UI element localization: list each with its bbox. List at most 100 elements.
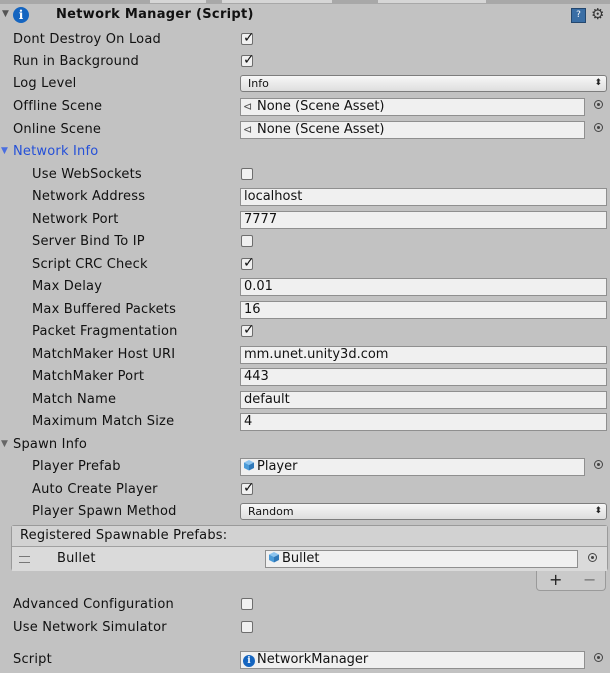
field-label: Player Spawn Method <box>32 504 177 519</box>
network-address-input[interactable]: localhost <box>240 188 607 206</box>
offline-scene-field[interactable]: ⊲ None (Scene Asset) <box>240 98 585 116</box>
row-offline-scene: Offline Scene ⊲ None (Scene Asset) <box>0 96 610 118</box>
field-label: Maximum Match Size <box>32 414 175 429</box>
online-scene-field[interactable]: ⊲ None (Scene Asset) <box>240 121 585 139</box>
component-header[interactable]: ▼ i Network Manager (Script) ? ⚙ <box>0 4 610 28</box>
help-book-icon[interactable]: ? <box>571 8 586 23</box>
object-picker-icon[interactable] <box>594 653 603 662</box>
row-dont-destroy-on-load: Dont Destroy On Load ✓ <box>0 29 610 51</box>
foldout-arrow-icon[interactable]: ▼ <box>1 146 8 156</box>
object-picker-icon[interactable] <box>588 553 597 562</box>
drag-handle-icon[interactable] <box>19 556 30 563</box>
use-websockets-checkbox[interactable] <box>241 168 253 180</box>
prefab-cube-icon <box>269 552 279 563</box>
row-log-level: Log Level Info ⬍ <box>0 73 610 95</box>
updown-arrows-icon: ⬍ <box>594 78 602 88</box>
updown-arrows-icon: ⬍ <box>594 506 602 516</box>
packet-fragmentation-checkbox[interactable]: ✓ <box>241 322 255 338</box>
list-item-label: Bullet <box>57 551 96 566</box>
gear-icon[interactable]: ⚙ <box>591 5 604 23</box>
list-footer: + − <box>536 570 606 591</box>
field-label: MatchMaker Host URI <box>32 347 176 362</box>
row-script-crc-check: Script CRC Check ✓ <box>0 254 610 276</box>
spawn-method-dropdown[interactable]: Random ⬍ <box>240 503 607 520</box>
list-item[interactable]: Bullet Bullet <box>12 547 607 571</box>
section-network-info[interactable]: ▼ Network Info <box>0 141 610 163</box>
object-field-value: Player <box>257 459 298 474</box>
object-picker-icon[interactable] <box>594 460 603 469</box>
add-item-button[interactable]: + <box>549 570 562 589</box>
field-label: Server Bind To IP <box>32 234 145 249</box>
network-simulator-checkbox[interactable] <box>241 621 253 633</box>
row-maximum-match-size: Maximum Match Size 4 <box>0 411 610 433</box>
row-network-address: Network Address localhost <box>0 186 610 208</box>
row-matchmaker-host-uri: MatchMaker Host URI mm.unet.unity3d.com <box>0 344 610 366</box>
row-max-delay: Max Delay 0.01 <box>0 276 610 298</box>
dropdown-value: Info <box>248 77 269 90</box>
row-server-bind-to-ip: Server Bind To IP <box>0 231 610 253</box>
field-label: Use WebSockets <box>32 167 142 182</box>
field-label: Use Network Simulator <box>13 620 167 635</box>
scene-asset-icon: ⊲ <box>243 123 253 136</box>
checkmark-icon: ✓ <box>243 52 255 68</box>
row-advanced-configuration: Advanced Configuration <box>0 594 610 616</box>
object-field-value: None (Scene Asset) <box>257 99 385 114</box>
row-online-scene: Online Scene ⊲ None (Scene Asset) <box>0 119 610 141</box>
row-auto-create-player: Auto Create Player ✓ <box>0 479 610 501</box>
run-in-background-checkbox[interactable]: ✓ <box>241 52 255 68</box>
log-level-dropdown[interactable]: Info ⬍ <box>240 75 607 92</box>
prefab-cube-icon <box>244 460 254 471</box>
dont-destroy-checkbox[interactable]: ✓ <box>241 30 255 46</box>
field-label: Network Port <box>32 212 119 227</box>
info-icon: i <box>13 7 29 23</box>
section-label: Spawn Info <box>13 437 88 452</box>
field-label: Auto Create Player <box>32 482 158 497</box>
field-label: Run in Background <box>13 54 139 69</box>
max-buffered-input[interactable]: 16 <box>240 301 607 319</box>
scene-asset-icon: ⊲ <box>243 100 253 113</box>
field-label: Advanced Configuration <box>13 597 174 612</box>
max-match-size-input[interactable]: 4 <box>240 413 607 431</box>
object-field-value: NetworkManager <box>257 652 369 667</box>
checkmark-icon: ✓ <box>243 322 255 338</box>
row-run-in-background: Run in Background ✓ <box>0 51 610 73</box>
row-match-name: Match Name default <box>0 389 610 411</box>
row-max-buffered-packets: Max Buffered Packets 16 <box>0 299 610 321</box>
foldout-arrow-icon[interactable]: ▼ <box>2 9 9 19</box>
dropdown-value: Random <box>248 505 294 518</box>
row-use-network-simulator: Use Network Simulator <box>0 617 610 639</box>
server-bind-checkbox[interactable] <box>241 235 253 247</box>
foldout-arrow-icon[interactable]: ▼ <box>1 439 8 449</box>
list-header-label: Registered Spawnable Prefabs: <box>20 528 228 543</box>
row-script: Script i NetworkManager <box>0 649 610 671</box>
field-label: Online Scene <box>13 122 102 137</box>
field-label: Network Address <box>32 189 146 204</box>
matchmaker-port-input[interactable]: 443 <box>240 368 607 386</box>
advanced-configuration-checkbox[interactable] <box>241 598 253 610</box>
checkmark-icon: ✓ <box>243 30 255 46</box>
auto-create-player-checkbox[interactable]: ✓ <box>241 480 255 496</box>
registered-prefabs-list: Registered Spawnable Prefabs: Bullet Bul… <box>11 525 608 571</box>
remove-item-button[interactable]: − <box>583 570 596 589</box>
field-label: MatchMaker Port <box>32 369 145 384</box>
script-crc-checkbox[interactable]: ✓ <box>241 255 255 271</box>
field-label: Offline Scene <box>13 99 103 114</box>
field-label: Log Level <box>13 76 77 91</box>
field-label: Dont Destroy On Load <box>13 32 161 47</box>
bullet-prefab-field[interactable]: Bullet <box>265 550 578 568</box>
script-field[interactable]: i NetworkManager <box>240 651 585 669</box>
object-picker-icon[interactable] <box>594 123 603 132</box>
object-picker-icon[interactable] <box>594 100 603 109</box>
matchmaker-host-input[interactable]: mm.unet.unity3d.com <box>240 346 607 364</box>
field-label: Match Name <box>32 392 117 407</box>
field-label: Script CRC Check <box>32 257 148 272</box>
object-field-value: Bullet <box>282 551 320 566</box>
script-info-icon: i <box>243 655 255 667</box>
row-use-websockets: Use WebSockets <box>0 164 610 186</box>
player-prefab-field[interactable]: Player <box>240 458 585 476</box>
network-port-input[interactable]: 7777 <box>240 211 607 229</box>
section-spawn-info[interactable]: ▼ Spawn Info <box>0 434 610 456</box>
max-delay-input[interactable]: 0.01 <box>240 278 607 296</box>
component-title: Network Manager (Script) <box>56 7 254 22</box>
match-name-input[interactable]: default <box>240 391 607 409</box>
